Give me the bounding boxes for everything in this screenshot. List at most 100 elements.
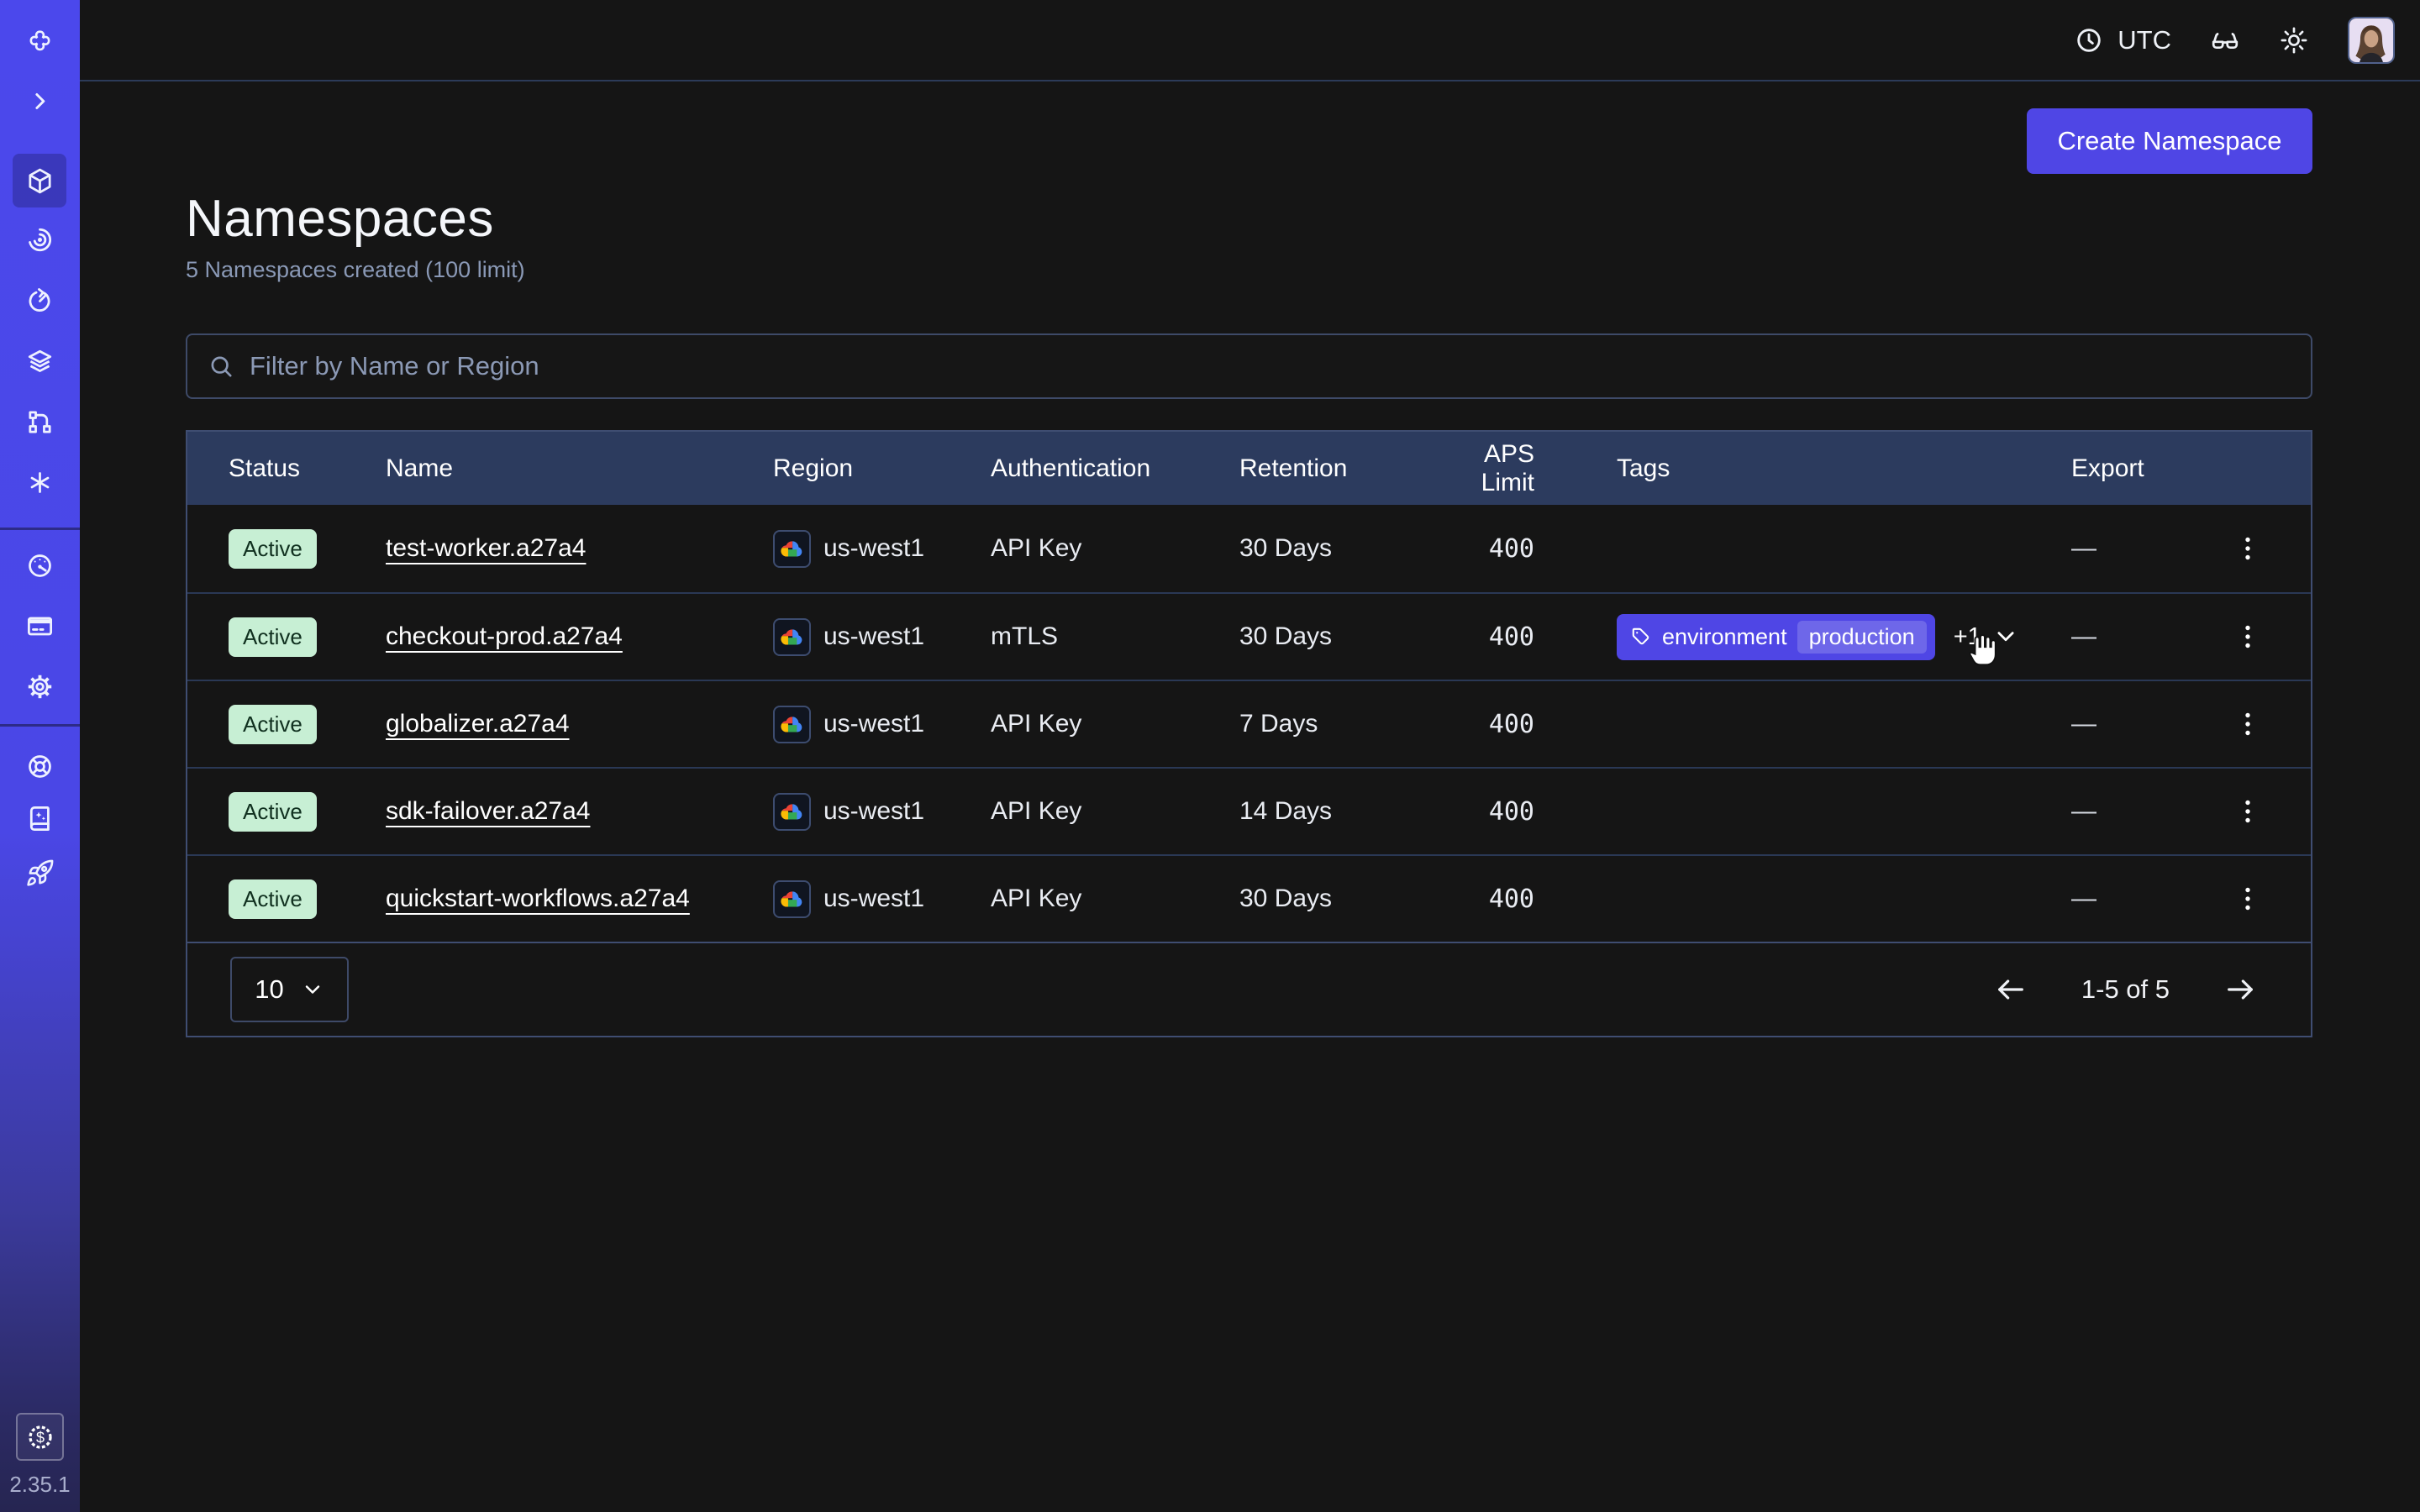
google-cloud-icon bbox=[773, 706, 811, 743]
export-value: — bbox=[2038, 797, 2185, 826]
status-badge: Active bbox=[229, 879, 317, 919]
sidebar-divider bbox=[0, 724, 80, 727]
page-size-value: 10 bbox=[255, 974, 283, 1005]
next-page-arrow[interactable] bbox=[2223, 973, 2257, 1006]
table-header-row: Status Name Region Authentication Retent… bbox=[187, 432, 2311, 505]
page-title: Namespaces bbox=[186, 189, 2312, 249]
table-row: Active quickstart-workflows.a27a4 us-wes… bbox=[187, 854, 2311, 942]
sidebar: $ 2.35.1 bbox=[0, 0, 80, 1512]
table-row: Active test-worker.a27a4 us-west1 API Ke… bbox=[187, 505, 2311, 592]
timezone-label: UTC bbox=[2118, 25, 2171, 55]
namespace-link[interactable]: checkout-prod.a27a4 bbox=[386, 622, 623, 650]
export-value: — bbox=[2038, 885, 2185, 913]
google-cloud-icon bbox=[773, 530, 811, 568]
filter-bar bbox=[186, 333, 2312, 399]
column-header-name: Name bbox=[386, 454, 773, 483]
svg-text:$: $ bbox=[35, 1429, 44, 1446]
google-cloud-icon bbox=[773, 618, 811, 656]
aps-limit-value: 400 bbox=[1430, 885, 1565, 914]
expand-chevron-icon[interactable] bbox=[25, 87, 55, 116]
export-value: — bbox=[2038, 622, 2185, 651]
aps-limit-value: 400 bbox=[1430, 622, 1565, 652]
column-header-region: Region bbox=[773, 454, 991, 483]
namespaces-cube-icon[interactable] bbox=[25, 166, 55, 196]
region-label: us-west1 bbox=[823, 797, 924, 826]
tag-chip[interactable]: environment production bbox=[1617, 614, 1935, 660]
clock-icon bbox=[2074, 25, 2104, 55]
chevron-down-icon bbox=[301, 978, 324, 1001]
namespace-link[interactable]: quickstart-workflows.a27a4 bbox=[386, 885, 690, 912]
temporal-logo-icon[interactable] bbox=[25, 28, 55, 57]
more-tags-count: +1 bbox=[1954, 623, 1981, 651]
namespaces-table: Status Name Region Authentication Retent… bbox=[186, 430, 2312, 1037]
retention-value: 7 Days bbox=[1239, 710, 1430, 738]
export-value: — bbox=[2038, 710, 2185, 738]
filter-input[interactable] bbox=[250, 351, 2291, 381]
status-badge: Active bbox=[229, 705, 317, 744]
tag-key: environment bbox=[1662, 624, 1787, 650]
table-row: Active checkout-prod.a27a4 us-west1 mTLS… bbox=[187, 592, 2311, 680]
docs-book-icon[interactable] bbox=[25, 804, 55, 833]
auth-method: API Key bbox=[991, 885, 1239, 913]
status-badge: Active bbox=[229, 617, 317, 657]
sidebar-divider bbox=[0, 528, 80, 530]
auth-method: API Key bbox=[991, 797, 1239, 826]
namespace-link[interactable]: globalizer.a27a4 bbox=[386, 710, 570, 738]
getting-started-rocket-icon[interactable] bbox=[25, 858, 55, 888]
auth-method: API Key bbox=[991, 710, 1239, 738]
settings-gear-icon[interactable] bbox=[25, 672, 55, 701]
column-header-export: Export bbox=[2038, 454, 2185, 483]
previous-page-arrow[interactable] bbox=[1994, 973, 2028, 1006]
tag-icon bbox=[1630, 626, 1652, 648]
status-badge: Active bbox=[229, 529, 317, 569]
glasses-icon[interactable] bbox=[2210, 25, 2240, 55]
chevron-down-icon[interactable] bbox=[1993, 624, 2018, 649]
namespace-link[interactable]: test-worker.a27a4 bbox=[386, 534, 586, 562]
retention-timer-icon[interactable] bbox=[25, 286, 55, 316]
retention-value: 30 Days bbox=[1239, 534, 1430, 563]
billing-card-icon[interactable] bbox=[25, 612, 55, 641]
timezone-selector[interactable]: UTC bbox=[2074, 25, 2171, 55]
table-row: Active globalizer.a27a4 us-west1 API Key… bbox=[187, 680, 2311, 767]
retention-value: 14 Days bbox=[1239, 797, 1430, 826]
app-version: 2.35.1 bbox=[0, 1472, 80, 1498]
usage-gauge-icon[interactable] bbox=[25, 551, 55, 580]
pagination-bar: 10 1-5 of 5 bbox=[187, 942, 2311, 1036]
search-icon bbox=[208, 353, 234, 380]
row-menu-kebab-icon[interactable] bbox=[2233, 533, 2263, 564]
auth-method: mTLS bbox=[991, 622, 1239, 651]
retention-value: 30 Days bbox=[1239, 622, 1430, 651]
region-label: us-west1 bbox=[823, 710, 924, 738]
page-size-select[interactable]: 10 bbox=[230, 957, 349, 1022]
auth-method: API Key bbox=[991, 534, 1239, 563]
topbar: UTC bbox=[80, 0, 2420, 81]
export-value: — bbox=[2038, 534, 2185, 563]
retention-value: 30 Days bbox=[1239, 885, 1430, 913]
create-namespace-button[interactable]: Create Namespace bbox=[2027, 108, 2312, 174]
column-header-authentication: Authentication bbox=[991, 454, 1239, 483]
support-lifebuoy-icon[interactable] bbox=[25, 752, 55, 781]
region-label: us-west1 bbox=[823, 885, 924, 913]
row-menu-kebab-icon[interactable] bbox=[2233, 709, 2263, 739]
user-avatar[interactable] bbox=[2348, 17, 2395, 64]
namespace-count-subtitle: 5 Namespaces created (100 limit) bbox=[186, 257, 2312, 283]
row-menu-kebab-icon[interactable] bbox=[2233, 884, 2263, 914]
google-cloud-icon bbox=[773, 880, 811, 918]
column-header-retention: Retention bbox=[1239, 454, 1430, 483]
pricing-dollar-badge-button[interactable]: $ bbox=[16, 1413, 64, 1461]
branch-icon[interactable] bbox=[25, 407, 55, 437]
row-menu-kebab-icon[interactable] bbox=[2233, 622, 2263, 652]
row-menu-kebab-icon[interactable] bbox=[2233, 796, 2263, 827]
aps-limit-value: 400 bbox=[1430, 534, 1565, 564]
main-content: Namespaces 5 Namespaces created (100 lim… bbox=[80, 83, 2420, 1512]
tag-value: production bbox=[1797, 621, 1927, 654]
asterisk-icon[interactable] bbox=[25, 468, 55, 497]
sun-theme-icon[interactable] bbox=[2279, 25, 2309, 55]
namespace-link[interactable]: sdk-failover.a27a4 bbox=[386, 797, 591, 825]
region-label: us-west1 bbox=[823, 622, 924, 651]
column-header-aps-limit: APS Limit bbox=[1430, 440, 1565, 497]
layers-icon[interactable] bbox=[25, 347, 55, 376]
pagination-range: 1-5 of 5 bbox=[2081, 974, 2170, 1005]
workflows-radar-icon[interactable] bbox=[25, 225, 55, 255]
region-label: us-west1 bbox=[823, 534, 924, 563]
